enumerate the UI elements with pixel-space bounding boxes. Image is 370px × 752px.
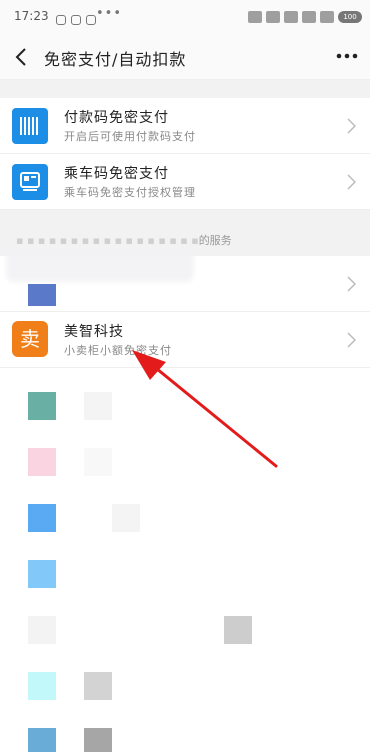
more-notifications-icon: ••• [96, 6, 123, 21]
redacted-app-icon [28, 504, 56, 532]
redacted-app-icon [28, 672, 56, 700]
status-time: 17:23 [14, 9, 49, 23]
signal-icon [284, 11, 298, 23]
item-subtitle: 乘车码免密支付授权管理 [64, 186, 196, 199]
list-item-transit-code[interactable]: 乘车码免密支付 乘车码免密支付授权管理 [0, 154, 370, 210]
item-subtitle: 开启后可使用付款码支付 [64, 130, 196, 143]
redacted-text-block [84, 448, 112, 476]
status-indicators: 100 [248, 9, 362, 25]
item-subtitle: 小卖柜小额免密支付 [64, 344, 172, 357]
wifi-icon [320, 11, 334, 23]
mute-icon [248, 11, 262, 23]
redacted-app-icon [28, 448, 56, 476]
notification-app-icon [56, 15, 66, 25]
nav-bar: 免密支付/自动扣款 [0, 34, 370, 80]
more-options-icon[interactable] [334, 46, 360, 66]
signal-icon [302, 11, 316, 23]
alarm-icon [266, 11, 280, 23]
redacted-text: ▪ ▪ ▪ ▪ ▪ ▪ ▪ ▪ ▪ ▪ ▪ ▪ ▪ ▪ ▪ ▪ ▪ [16, 234, 199, 247]
redacted-app-icon [28, 616, 56, 644]
notification-app-icon [71, 15, 81, 25]
redacted-text-block [84, 392, 112, 420]
section-label: ▪ ▪ ▪ ▪ ▪ ▪ ▪ ▪ ▪ ▪ ▪ ▪ ▪ ▪ ▪ ▪ ▪的服务 [16, 232, 232, 248]
redacted-app-icon [28, 284, 56, 306]
meizhi-app-icon: 卖 [12, 321, 48, 357]
item-title: 美智科技 [64, 324, 124, 340]
item-title: 付款码免密支付 [64, 110, 169, 126]
item-title: 乘车码免密支付 [64, 166, 169, 182]
redacted-overlay [6, 248, 194, 282]
battery-icon: 100 [338, 11, 362, 23]
redacted-text-block [84, 672, 112, 700]
redacted-text-block [224, 616, 252, 644]
payment-settings-section: 付款码免密支付 开启后可使用付款码支付 乘车码免密支付 乘车码免密支付授权管理 [0, 98, 370, 210]
back-arrow-icon[interactable] [14, 48, 28, 66]
list-item-meizhi[interactable]: 美智科技 小卖柜小额免密支付 [0, 312, 370, 368]
chevron-right-icon [347, 276, 356, 292]
status-bar: 17:23 ••• 100 [0, 0, 370, 34]
redacted-app-icon [28, 560, 56, 588]
notification-app-icon [86, 15, 96, 25]
chevron-right-icon [347, 332, 356, 348]
transit-card-icon [12, 164, 48, 200]
page-title: 免密支付/自动扣款 [44, 50, 187, 69]
chevron-right-icon [347, 174, 356, 190]
chevron-right-icon [347, 118, 356, 134]
list-item-payment-code[interactable]: 付款码免密支付 开启后可使用付款码支付 [0, 98, 370, 154]
redacted-app-icon [28, 728, 56, 752]
redacted-text-block [112, 504, 140, 532]
barcode-icon [12, 108, 48, 144]
redacted-app-icon [28, 392, 56, 420]
redacted-text-block [84, 728, 112, 752]
section-label-text: 的服务 [198, 234, 232, 247]
